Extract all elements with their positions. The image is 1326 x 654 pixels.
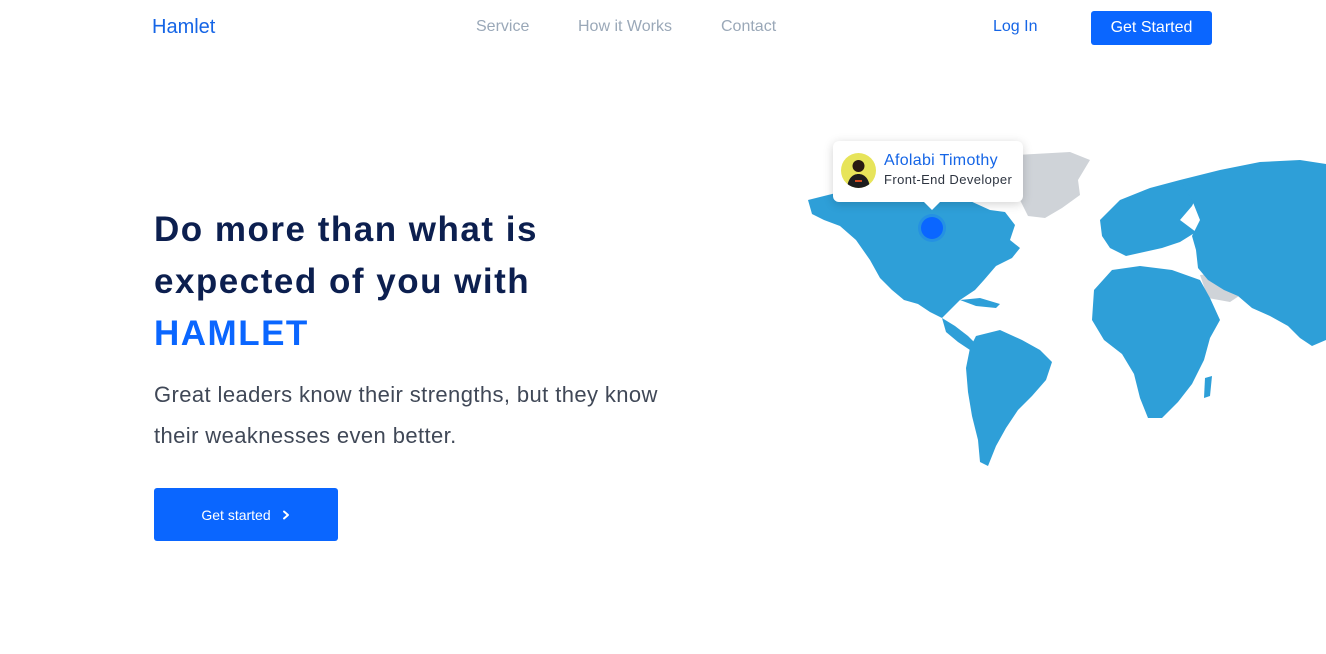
profile-name: Afolabi Timothy (884, 152, 998, 169)
navbar: Hamlet Service How it Works Contact Log … (0, 0, 1326, 56)
nav-link-contact[interactable]: Contact (721, 18, 776, 36)
nav-link-service[interactable]: Service (476, 18, 529, 36)
north-america-shape (808, 190, 1020, 318)
hero-subtitle: Great leaders know their strengths, but … (154, 382, 658, 448)
headline-line-1: Do more than what is (154, 210, 538, 249)
europe-shape (1100, 180, 1200, 256)
user-avatar-icon (841, 153, 876, 188)
login-link[interactable]: Log In (993, 18, 1037, 36)
get-started-cta-button[interactable]: Get started (154, 488, 338, 541)
logo-link[interactable]: Hamlet (152, 16, 215, 39)
central-america-shape (942, 318, 976, 350)
cta-label: Get started (201, 506, 271, 523)
nav-link-how-it-works[interactable]: How it Works (578, 18, 672, 36)
map-land (808, 160, 1326, 466)
location-pin[interactable] (921, 217, 943, 239)
south-america-shape (966, 330, 1052, 466)
profile-role: Front-End Developer (884, 172, 1013, 187)
profile-card[interactable]: Afolabi Timothy Front-End Developer (833, 141, 1023, 210)
greenland-shape (1012, 152, 1090, 218)
africa-shape (1092, 266, 1220, 418)
get-started-nav-button[interactable]: Get Started (1091, 11, 1212, 45)
caribbean-islands-shape (960, 298, 1000, 308)
hero-headline: Do more than what is expected of you wit… (154, 204, 674, 360)
headline-line-2: expected of you with (154, 262, 531, 301)
madagascar-shape (1204, 376, 1212, 398)
headline-brand: HAMLET (154, 314, 309, 353)
chevron-right-icon (281, 510, 291, 520)
